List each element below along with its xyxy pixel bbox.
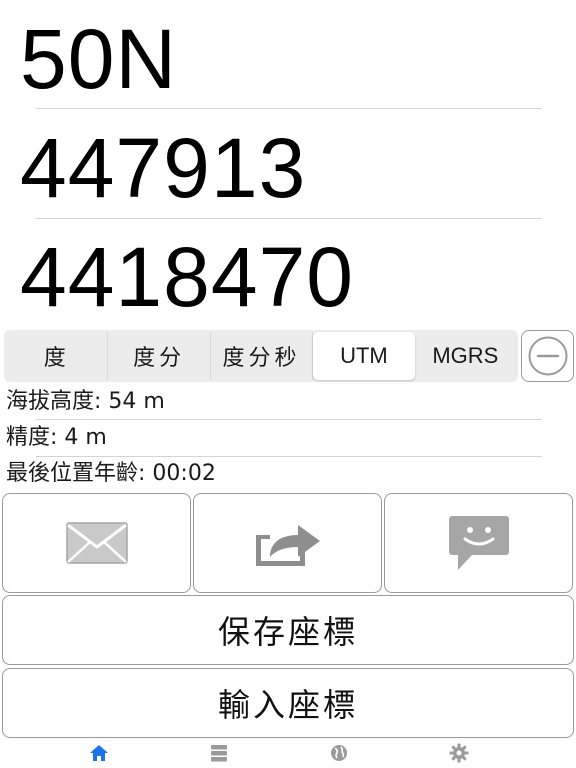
location-age-row: 最後位置年齡: 00:02 (6, 463, 216, 485)
format-option-degrees-minutes[interactable]: 度分 (108, 332, 211, 380)
home-icon (90, 745, 108, 761)
share-icon (255, 525, 320, 566)
collapse-button[interactable] (521, 330, 574, 382)
minus-circle-icon (528, 336, 567, 376)
globe-icon (331, 745, 347, 761)
input-coordinates-button[interactable]: 輸入座標 (2, 668, 574, 738)
accuracy-value: 4 m (64, 425, 107, 450)
location-age-value: 00:02 (152, 461, 216, 486)
coordinate-format-selector: 度 度分 度分秒 UTM MGRS (4, 330, 518, 382)
save-coordinates-button[interactable]: 保存座標 (2, 595, 574, 665)
format-option-mgrs[interactable]: MGRS (415, 332, 516, 380)
location-age-label: 最後位置年齡: (6, 461, 146, 486)
accuracy-row: 精度: 4 m (6, 427, 107, 449)
altitude-row: 海拔高度: 54 m (6, 391, 165, 413)
utm-northing-value: 4418470 (20, 230, 355, 324)
tab-settings[interactable] (447, 742, 471, 764)
list-icon (211, 745, 227, 762)
message-button[interactable] (384, 493, 573, 593)
message-icon (448, 516, 509, 570)
tab-list[interactable] (207, 742, 231, 764)
accuracy-label: 精度: (6, 425, 58, 450)
mail-icon (65, 522, 128, 564)
divider (36, 218, 542, 219)
format-option-degrees-minutes-seconds[interactable]: 度分秒 (211, 332, 314, 380)
tab-home[interactable] (87, 742, 111, 764)
gear-icon (449, 743, 469, 763)
format-option-degrees[interactable]: 度 (6, 332, 109, 380)
email-button[interactable] (2, 493, 191, 593)
altitude-value: 54 m (108, 389, 165, 414)
utm-easting-value: 447913 (20, 121, 307, 215)
divider (36, 419, 542, 420)
tab-map[interactable] (327, 742, 351, 764)
utm-zone-value: 50N (20, 12, 178, 106)
format-option-utm[interactable]: UTM (313, 332, 415, 380)
tab-bar (0, 738, 576, 768)
share-button[interactable] (193, 493, 382, 593)
divider (36, 108, 542, 109)
divider (36, 456, 542, 457)
altitude-label: 海拔高度: (6, 389, 102, 414)
